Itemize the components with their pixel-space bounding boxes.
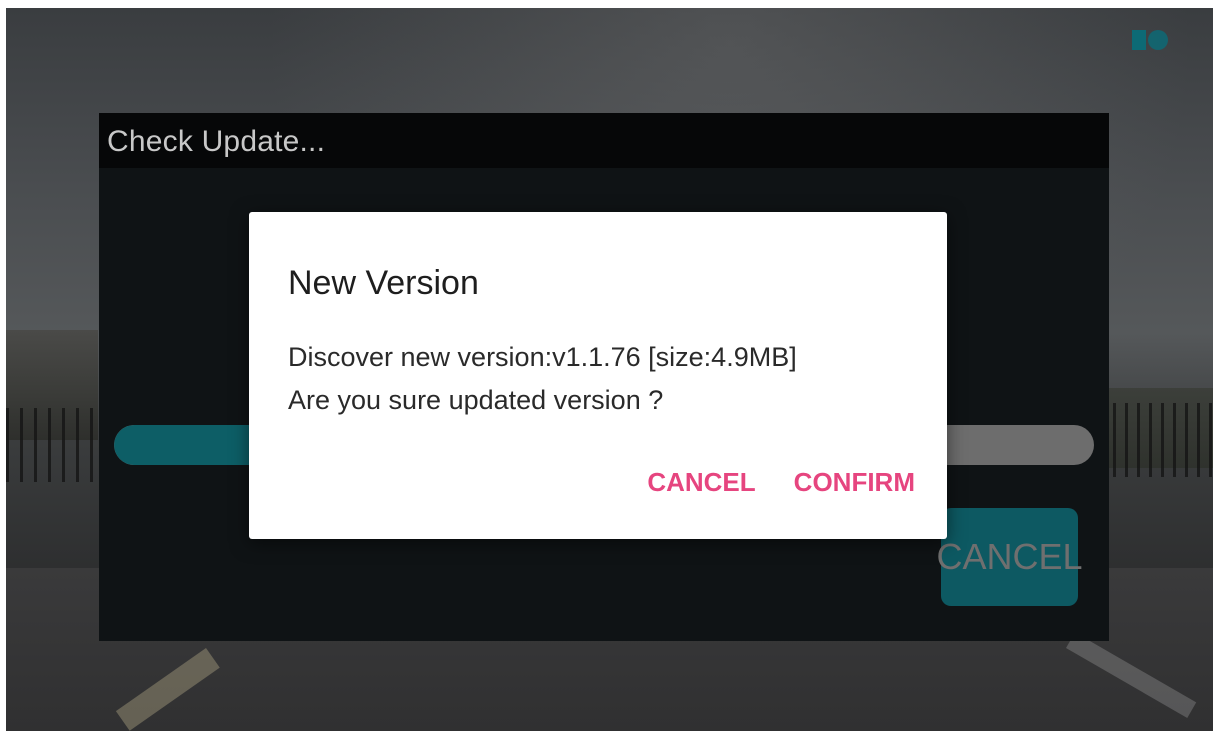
update-panel-title: Check Update... (107, 125, 326, 158)
brand-logo-icon (1132, 26, 1176, 54)
dialog-cancel-button[interactable]: CANCEL (647, 467, 755, 498)
panel-cancel-button[interactable]: CANCEL (936, 508, 1083, 606)
update-progress-fill (114, 425, 252, 465)
dialog-confirm-button[interactable]: CONFIRM (794, 467, 915, 498)
dialog-message: Discover new version:v1.1.76 [size:4.9MB… (288, 336, 797, 422)
dialog-message-line: Discover new version:v1.1.76 [size:4.9MB… (288, 342, 797, 372)
background-fence-right (1113, 403, 1213, 477)
dialog-title: New Version (288, 264, 479, 302)
new-version-dialog: New Version Discover new version:v1.1.76… (249, 212, 947, 539)
app-screen: Check Update... CANCEL New Version Disco… (6, 8, 1213, 731)
background-fence-left (6, 408, 101, 482)
update-panel-header: Check Update... (99, 113, 1109, 168)
dialog-message-line: Are you sure updated version ? (288, 385, 664, 415)
logo-circle (1148, 30, 1168, 50)
dialog-actions: CANCEL CONFIRM (647, 467, 915, 498)
logo-square (1132, 30, 1146, 50)
